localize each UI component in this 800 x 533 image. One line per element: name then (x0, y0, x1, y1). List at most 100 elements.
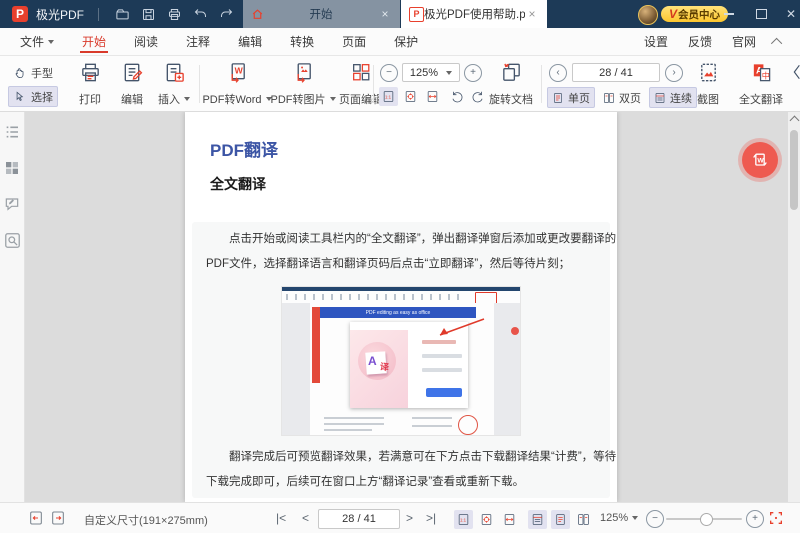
outline-panel-icon[interactable] (4, 124, 20, 140)
actual-size-button[interactable]: 1:1 (454, 510, 473, 529)
menu-file[interactable]: 文件 (20, 28, 54, 55)
status-zoom-select[interactable]: 125% (600, 512, 638, 524)
select-tool-button[interactable]: 选择 (8, 86, 58, 107)
tab-home-close-icon[interactable]: × (378, 7, 392, 21)
status-page-indicator-box[interactable]: 28 / 41 (318, 509, 400, 529)
close-button[interactable]: ✕ (778, 0, 800, 28)
doc-paragraph-line: 翻译完成后可预览翻译效果，若满意可在下方点击下载翻译结果“计费”，等待 (206, 445, 596, 470)
single-page-label: 单页 (568, 90, 590, 106)
menu-tab-page[interactable]: 页面 (342, 28, 366, 55)
tab-home[interactable]: 开始 × (243, 0, 400, 28)
mini-text-line (324, 417, 384, 419)
insert-button[interactable]: 插入 (152, 61, 196, 107)
document-viewport[interactable]: PDF翻译 全文翻译 点击开始或阅读工具栏内的“全文翻译”，弹出翻译弹窗后添加或… (25, 112, 788, 502)
rotate-document-icon (500, 61, 523, 84)
page-size-label: 自定义尺寸(191×275mm) (84, 512, 208, 528)
scroll-up-icon[interactable] (790, 116, 800, 126)
screenshot-button[interactable]: 截图 (686, 61, 730, 107)
continuous-button[interactable] (528, 510, 547, 529)
website-button[interactable]: 官网 (732, 28, 756, 55)
pdf-to-image-label: PDF转图片 (271, 91, 336, 107)
next-view-icon[interactable] (50, 510, 66, 526)
pdf-to-image-button[interactable]: PDF转图片 (271, 61, 335, 107)
vip-v-icon: V (669, 7, 677, 21)
scrollbar-thumb[interactable] (790, 130, 798, 210)
app-name: 极光PDF (36, 6, 84, 23)
fit-width-button[interactable] (500, 510, 519, 529)
last-page-icon[interactable]: >| (426, 511, 436, 525)
doc-paragraph-2: 翻译完成后可预览翻译效果，若满意可在下方点击下载翻译结果“计费”，等待 下载完成… (192, 436, 610, 495)
user-avatar[interactable] (638, 5, 658, 25)
next-page-icon[interactable]: › (665, 64, 683, 82)
zoom-in-icon[interactable]: + (464, 64, 482, 82)
fit-page-button[interactable] (401, 87, 420, 106)
fit-page-button[interactable] (477, 510, 496, 529)
actual-size-button[interactable]: 1:1 (379, 87, 398, 106)
clipped-toolbar-button[interactable] (791, 61, 800, 107)
zoom-level-box[interactable]: 125% (402, 63, 460, 82)
page-edit-button[interactable]: 页面编辑 (337, 61, 385, 107)
mini-canvas: PDF editing as easy as office A 译 (282, 303, 520, 436)
printer-icon (79, 61, 102, 84)
single-page-button[interactable]: 单页 (547, 87, 595, 108)
edit-doc-icon (121, 61, 144, 84)
mini-form-row (422, 368, 462, 372)
fullscreen-icon[interactable] (768, 510, 784, 526)
collapse-toolbar-icon[interactable] (771, 37, 782, 48)
prev-view-icon[interactable] (28, 510, 44, 526)
open-file-icon[interactable] (114, 6, 130, 22)
svg-text:W: W (757, 158, 764, 165)
zoom-out-icon[interactable]: − (380, 64, 398, 82)
zoom-dropdown-icon[interactable] (446, 71, 452, 75)
thumbnails-panel-icon[interactable] (4, 160, 20, 176)
undo-icon[interactable] (192, 6, 208, 22)
zoom-in-icon[interactable]: + (746, 510, 764, 528)
menu-tab-annotate[interactable]: 注释 (186, 28, 210, 55)
pdf-page[interactable]: PDF翻译 全文翻译 点击开始或阅读工具栏内的“全文翻译”，弹出翻译弹窗后添加或… (185, 112, 617, 502)
settings-button[interactable]: 设置 (644, 28, 668, 55)
save-icon[interactable] (140, 6, 156, 22)
menu-tab-convert[interactable]: 转换 (290, 28, 314, 55)
first-page-icon[interactable]: |< (276, 511, 286, 525)
comments-panel-icon[interactable] (4, 196, 20, 212)
single-page-button[interactable] (551, 510, 570, 529)
hand-tool-button[interactable]: 手型 (8, 62, 58, 83)
double-page-button[interactable]: 双页 (598, 87, 646, 108)
minimize-button[interactable] (716, 0, 742, 28)
fit-width-button[interactable] (423, 87, 442, 106)
vertical-scrollbar[interactable] (788, 112, 800, 502)
tab-document-close-icon[interactable]: × (525, 7, 539, 21)
page-indicator-box[interactable]: 28 / 41 (572, 63, 660, 82)
rotate-right-icon[interactable] (471, 90, 485, 104)
prev-page-icon[interactable]: < (302, 511, 309, 525)
menu-tab-protect[interactable]: 保护 (394, 28, 418, 55)
mini-illustration: A 译 (350, 330, 408, 408)
floating-pdf-to-word-button[interactable]: W (742, 142, 778, 178)
mini-form-row (422, 354, 462, 358)
tab-document[interactable]: P 极光PDF使用帮助.pdf × (401, 0, 547, 28)
menu-tab-edit[interactable]: 编辑 (238, 28, 262, 55)
menu-tab-read[interactable]: 阅读 (134, 28, 158, 55)
pdf-to-word-button[interactable]: W PDF转Word (205, 61, 269, 107)
rotate-left-icon[interactable] (450, 90, 464, 104)
zoom-slider-thumb[interactable] (700, 513, 713, 526)
prev-page-icon[interactable]: ‹ (549, 64, 567, 82)
word-convert-icon: W (750, 150, 770, 170)
double-page-button[interactable] (574, 510, 593, 529)
rotate-document-button[interactable]: 旋转文档 (487, 61, 535, 107)
menu-tab-start[interactable]: 开始 (82, 28, 106, 55)
print-label: 打印 (79, 91, 101, 107)
maximize-button[interactable] (748, 0, 774, 28)
print-button[interactable]: 打印 (68, 61, 112, 107)
zoom-out-icon[interactable]: − (646, 510, 664, 528)
print-icon[interactable] (166, 6, 182, 22)
search-panel-icon[interactable] (4, 232, 21, 249)
next-page-icon[interactable]: > (406, 511, 413, 525)
menu-tab-edit-label: 编辑 (238, 33, 262, 50)
continuous-icon (654, 92, 666, 104)
full-translate-button[interactable]: A 中 全文翻译 (733, 61, 789, 107)
edit-button[interactable]: 编辑 (112, 61, 152, 107)
feedback-button[interactable]: 反馈 (688, 28, 712, 55)
mini-annotation-circle (458, 415, 478, 435)
redo-icon[interactable] (218, 6, 234, 22)
